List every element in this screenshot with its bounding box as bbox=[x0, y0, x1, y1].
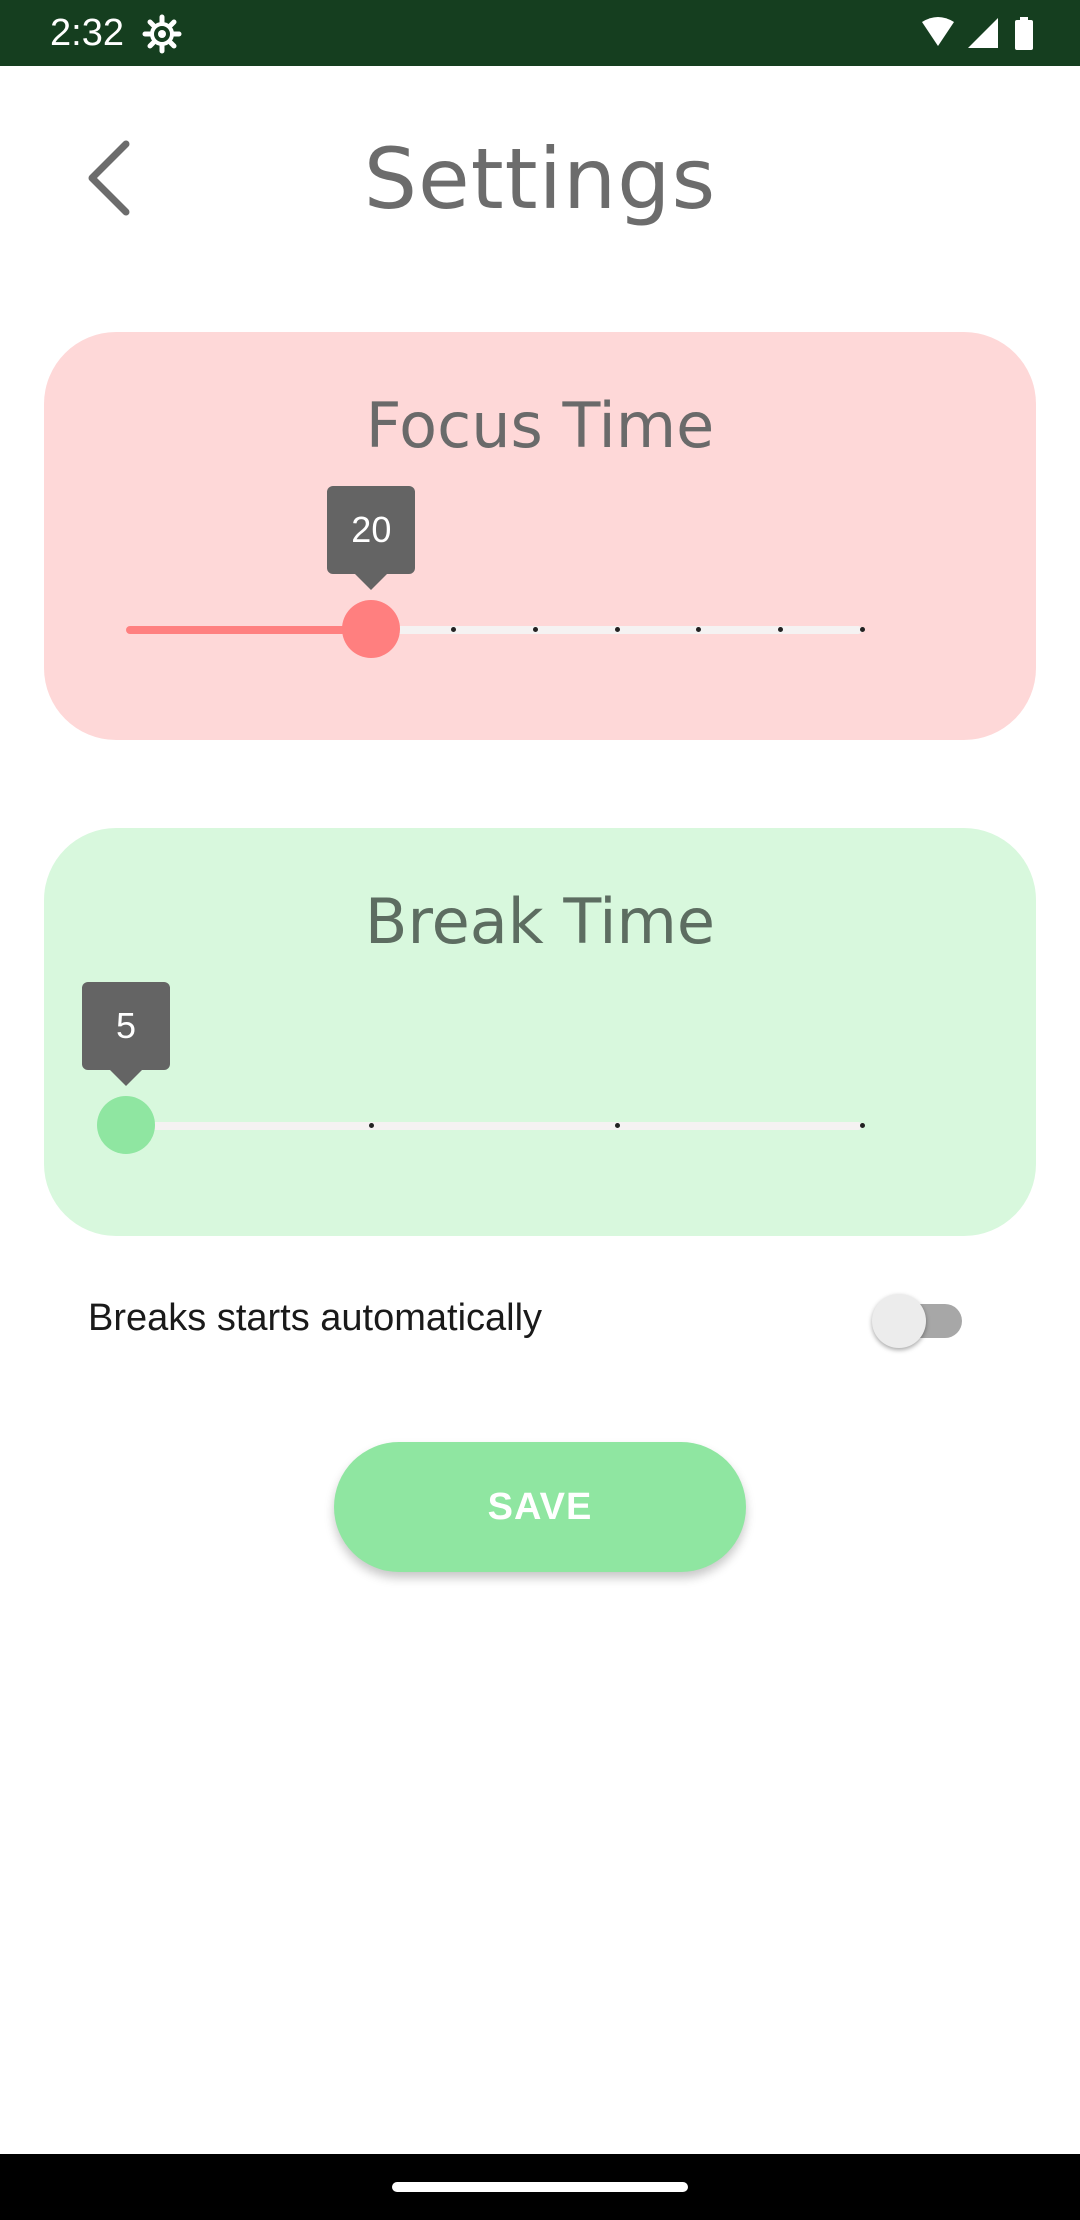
focus-time-card: Focus Time bbox=[44, 332, 1036, 740]
break-value-text: 5 bbox=[115, 1005, 137, 1046]
focus-time-title: Focus Time bbox=[365, 389, 715, 462]
slider-thumb[interactable] bbox=[97, 1096, 155, 1154]
break-value-label: 5 bbox=[82, 982, 170, 1086]
signal-icon bbox=[968, 18, 998, 48]
break-time-title: Break Time bbox=[364, 885, 716, 958]
status-bar: 2:32 bbox=[0, 0, 1080, 66]
break-time-slider[interactable] bbox=[97, 1096, 865, 1156]
value-label-pointer bbox=[355, 574, 388, 590]
slider-tick bbox=[860, 1123, 865, 1128]
home-indicator[interactable] bbox=[392, 2182, 688, 2192]
slider-fill bbox=[126, 626, 372, 634]
focus-value-label: 20 bbox=[327, 486, 416, 590]
break-time-card: Break Time bbox=[44, 828, 1036, 1236]
battery-icon bbox=[1015, 17, 1033, 50]
slider-tick bbox=[614, 1123, 620, 1128]
auto-break-label: Breaks starts automatically bbox=[88, 1297, 543, 1339]
status-time: 2:32 bbox=[50, 12, 124, 54]
slider-tick bbox=[614, 627, 620, 632]
slider-tick bbox=[860, 627, 865, 632]
save-button[interactable]: SAVE bbox=[334, 1442, 746, 1572]
page-title: Settings bbox=[363, 130, 717, 228]
wifi-icon bbox=[922, 17, 954, 46]
settings-gear-icon bbox=[142, 14, 182, 54]
focus-time-slider[interactable] bbox=[126, 600, 865, 660]
value-label-pointer bbox=[110, 1070, 142, 1086]
auto-break-switch[interactable] bbox=[872, 1292, 962, 1348]
slider-track[interactable] bbox=[126, 1122, 862, 1130]
slider-tick bbox=[532, 627, 538, 632]
focus-value-text: 20 bbox=[351, 509, 392, 550]
switch-thumb[interactable] bbox=[872, 1294, 926, 1348]
slider-thumb[interactable] bbox=[342, 600, 401, 658]
status-icons bbox=[922, 17, 1033, 50]
